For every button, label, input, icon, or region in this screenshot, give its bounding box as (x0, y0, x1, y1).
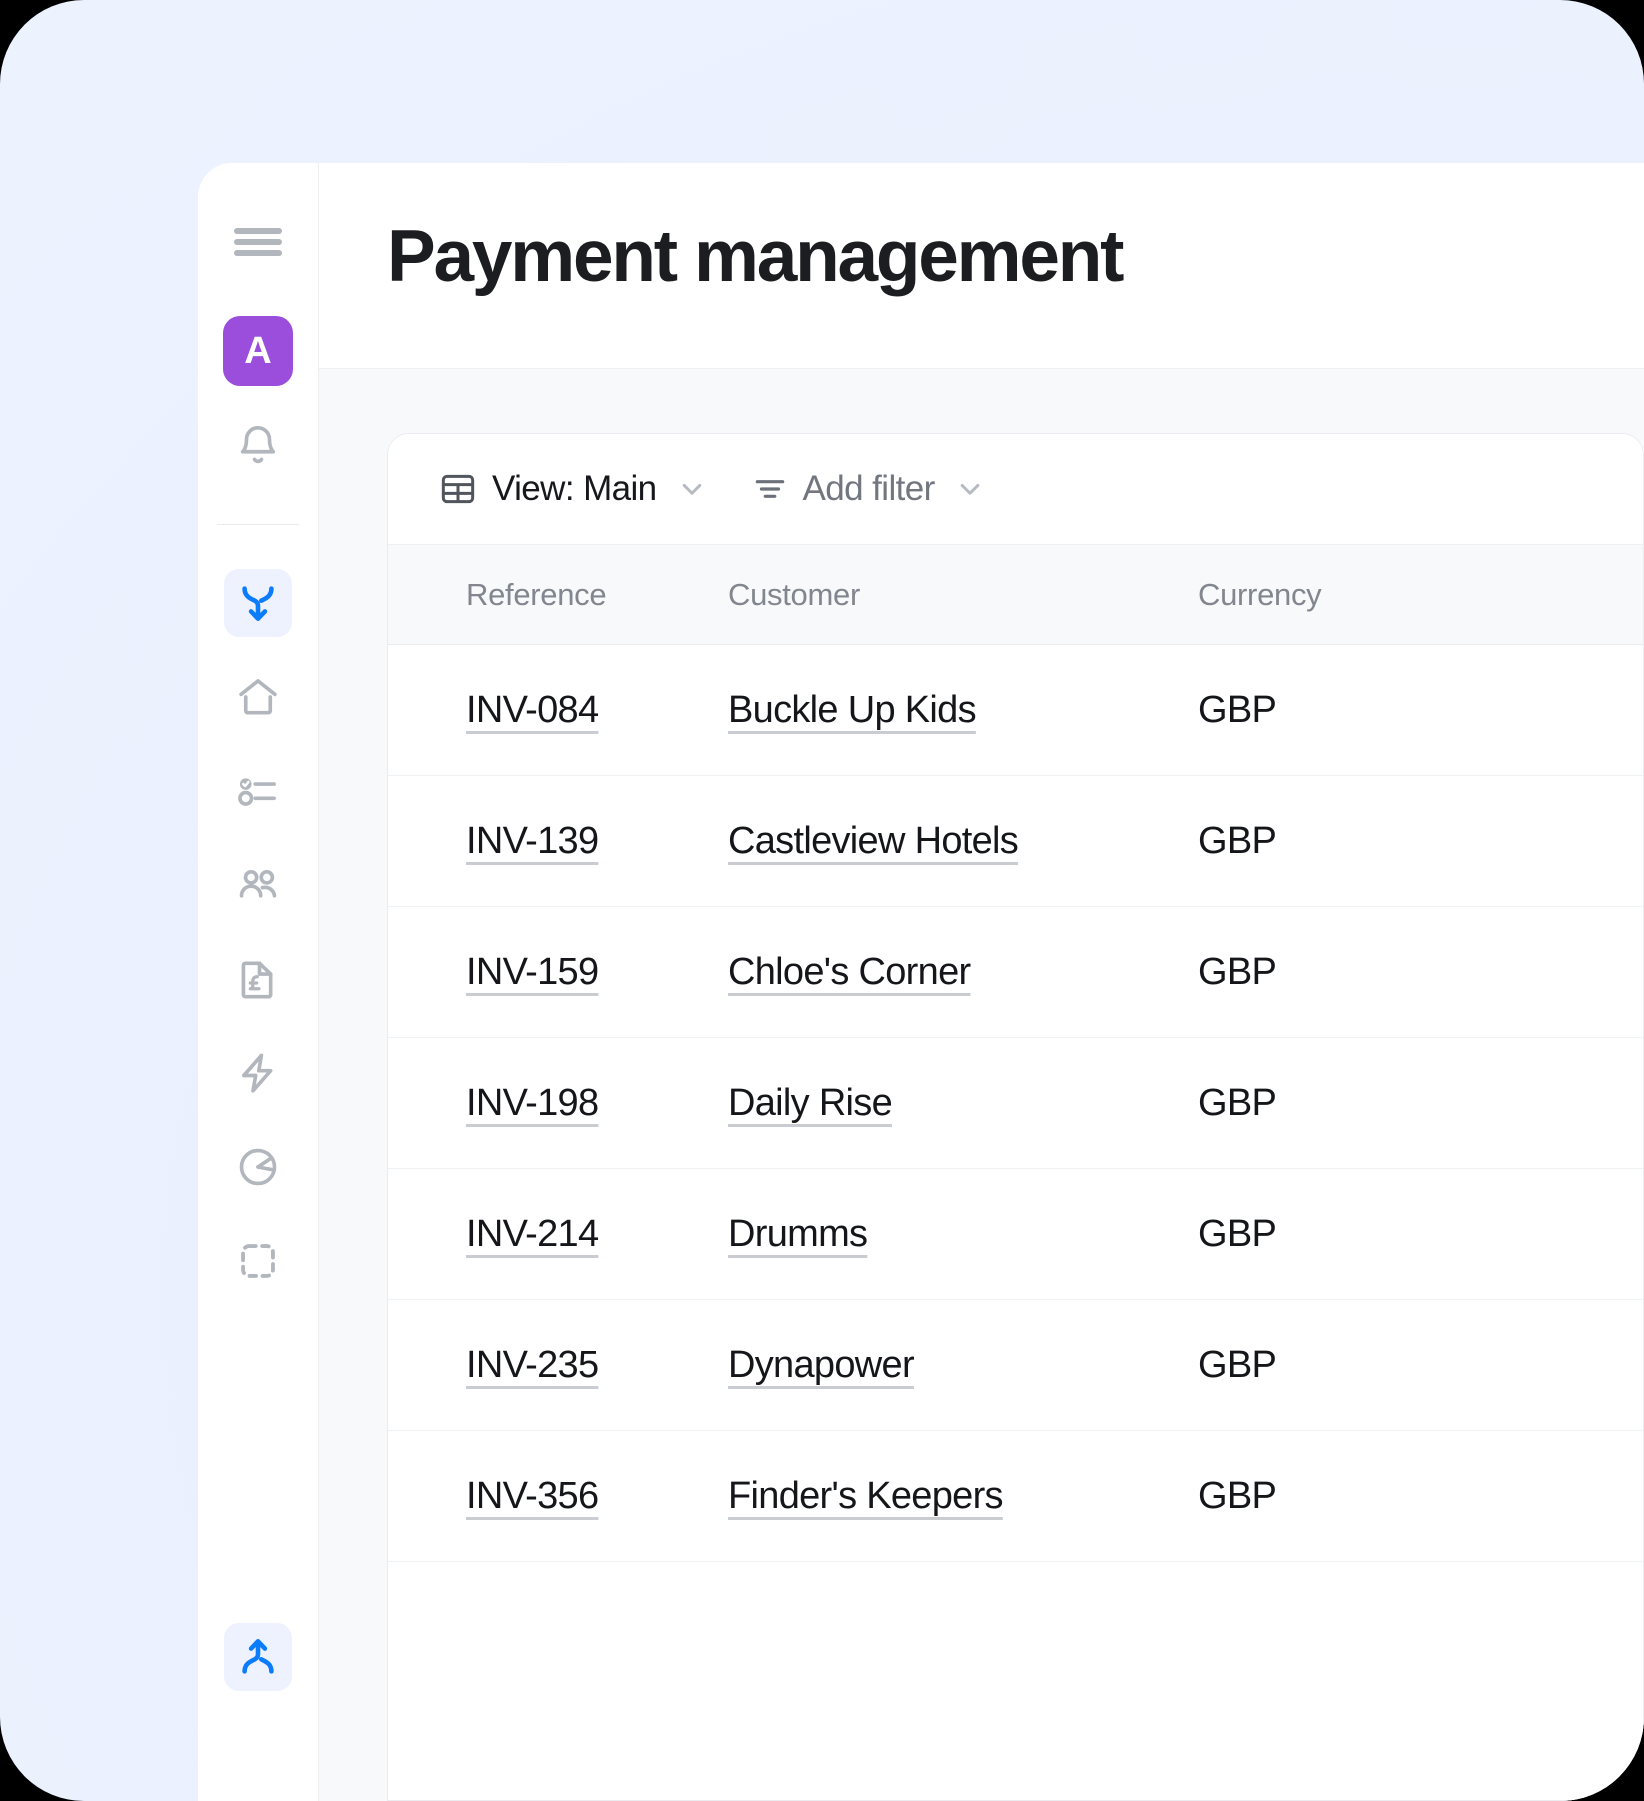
customer-link[interactable]: Finder's Keepers (728, 1475, 1004, 1517)
page-header: Payment management (319, 163, 1644, 368)
cell-customer[interactable]: Dynapower (728, 1344, 1198, 1387)
hamburger-bar (234, 250, 282, 256)
table-toolbar: View: Main Add filter (388, 434, 1643, 544)
cell-customer[interactable]: Castleview Hotels (728, 820, 1198, 863)
table-grid-icon (438, 469, 478, 509)
table-row[interactable]: INV-139 Castleview Hotels GBP (388, 776, 1643, 907)
cell-reference[interactable]: INV-356 (388, 1475, 728, 1518)
cell-reference[interactable]: INV-198 (388, 1082, 728, 1125)
customer-link[interactable]: Dynapower (728, 1344, 915, 1386)
app-window: A Payment management View: Main Add filt… (198, 163, 1644, 1801)
cell-currency: GBP (1198, 1212, 1277, 1255)
hamburger-bar (234, 228, 282, 234)
cell-currency: GBP (1198, 819, 1277, 862)
table-row[interactable]: INV-084 Buckle Up Kids GBP (388, 645, 1643, 776)
sidebar-item-reports[interactable] (224, 1133, 292, 1201)
table-row[interactable]: INV-235 Dynapower GBP (388, 1300, 1643, 1431)
cell-reference[interactable]: INV-214 (388, 1213, 728, 1256)
cell-customer[interactable]: Drumms (728, 1213, 1198, 1256)
table-row[interactable]: INV-356 Finder's Keepers GBP (388, 1431, 1643, 1562)
table-body: INV-084 Buckle Up Kids GBP INV-139 Castlevie… (388, 645, 1643, 1800)
checklist-icon (235, 768, 281, 814)
cell-currency: GBP (1198, 1081, 1277, 1124)
cell-currency: GBP (1198, 950, 1277, 993)
home-icon (235, 674, 281, 720)
merge-up-icon (235, 1634, 281, 1680)
filter-lines-icon (751, 470, 789, 508)
lightning-icon (235, 1050, 281, 1096)
cell-reference[interactable]: INV-139 (388, 820, 728, 863)
bell-icon (235, 423, 281, 469)
cell-reference[interactable]: INV-159 (388, 951, 728, 994)
pie-chart-icon (235, 1144, 281, 1190)
table-row[interactable]: INV-198 Daily Rise GBP (388, 1038, 1643, 1169)
column-header-reference[interactable]: Reference (388, 577, 728, 613)
page-backdrop: A Payment management View: Main Add filt… (0, 0, 1644, 1801)
hamburger-menu-icon[interactable] (224, 208, 292, 276)
cell-customer[interactable]: Buckle Up Kids (728, 689, 1198, 732)
reference-link[interactable]: INV-214 (466, 1213, 599, 1255)
reference-link[interactable]: INV-139 (466, 820, 599, 862)
reference-link[interactable]: INV-198 (466, 1082, 599, 1124)
cell-customer[interactable]: Finder's Keepers (728, 1475, 1198, 1518)
sidebar-item-contacts[interactable] (224, 851, 292, 919)
workspace-avatar-label: A (244, 329, 272, 372)
hamburger-bar (234, 239, 282, 245)
customer-link[interactable]: Castleview Hotels (728, 820, 1019, 862)
merge-down-icon (235, 580, 281, 626)
sidebar-item-home[interactable] (224, 663, 292, 731)
column-header-customer[interactable]: Customer (728, 577, 1198, 613)
sidebar-item-notifications[interactable] (224, 412, 292, 480)
cell-reference[interactable]: INV-084 (388, 689, 728, 732)
cell-currency: GBP (1198, 688, 1277, 731)
cell-customer[interactable]: Chloe's Corner (728, 951, 1198, 994)
people-icon (235, 862, 281, 908)
main-content: Payment management View: Main Add filter… (319, 163, 1644, 1801)
column-header-currency[interactable]: Currency (1198, 577, 1538, 613)
sidebar-item-integrations[interactable] (224, 1227, 292, 1295)
chevron-down-icon (953, 472, 987, 506)
view-selector-button[interactable]: View: Main (438, 469, 709, 509)
sidebar-item-automations[interactable] (224, 1039, 292, 1107)
customer-link[interactable]: Drumms (728, 1213, 868, 1255)
reference-link[interactable]: INV-235 (466, 1344, 599, 1386)
sidebar-rail: A (198, 163, 319, 1801)
reference-link[interactable]: INV-356 (466, 1475, 599, 1517)
add-filter-button[interactable]: Add filter (751, 469, 987, 509)
sidebar-item-invoices[interactable] (224, 945, 292, 1013)
payments-table-card: View: Main Add filter Reference Customer… (387, 433, 1644, 1801)
chevron-down-icon (675, 472, 709, 506)
workspace-avatar[interactable]: A (223, 316, 293, 386)
table-row[interactable]: INV-214 Drumms GBP (388, 1169, 1643, 1300)
dashed-square-icon (235, 1238, 281, 1284)
customer-link[interactable]: Daily Rise (728, 1082, 893, 1124)
page-title: Payment management (387, 216, 1124, 297)
content-area: View: Main Add filter Reference Customer… (319, 368, 1644, 1801)
sidebar-item-collapse-rail[interactable] (224, 1623, 292, 1691)
customer-link[interactable]: Chloe's Corner (728, 951, 971, 993)
invoice-gbp-icon (235, 956, 281, 1002)
cell-customer[interactable]: Daily Rise (728, 1082, 1198, 1125)
table-row[interactable]: INV-159 Chloe's Corner GBP (388, 907, 1643, 1038)
cell-currency: GBP (1198, 1343, 1277, 1386)
cell-currency: GBP (1198, 1474, 1277, 1517)
reference-link[interactable]: INV-084 (466, 689, 599, 731)
add-filter-label: Add filter (802, 469, 936, 508)
sidebar-divider (217, 524, 299, 525)
view-selector-label: View: Main (492, 469, 657, 508)
sidebar-item-tasks[interactable] (224, 757, 292, 825)
sidebar-item-flows[interactable] (224, 569, 292, 637)
customer-link[interactable]: Buckle Up Kids (728, 689, 977, 731)
table-header-row: Reference Customer Currency (388, 544, 1643, 645)
cell-reference[interactable]: INV-235 (388, 1344, 728, 1387)
reference-link[interactable]: INV-159 (466, 951, 599, 993)
